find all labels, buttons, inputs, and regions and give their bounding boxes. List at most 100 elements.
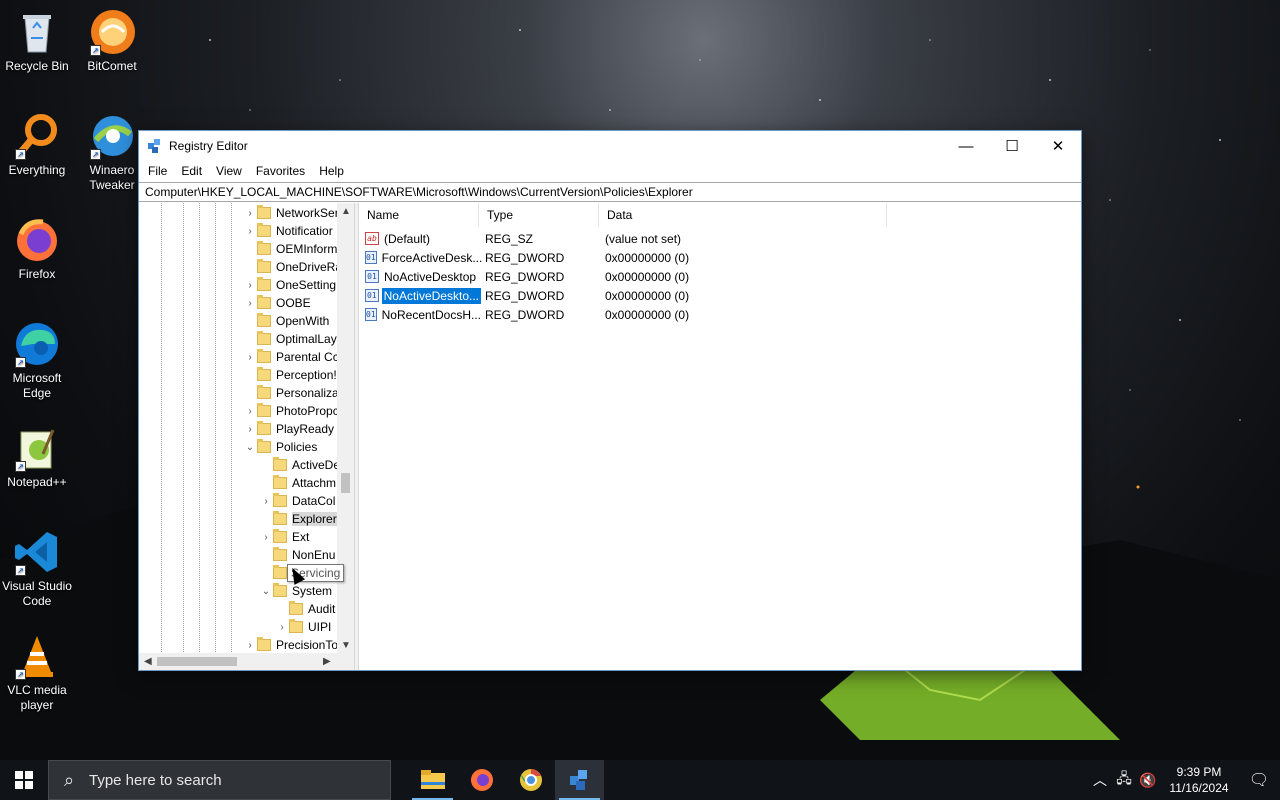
desktop-icon-vlc[interactable]: ↗ VLC media player: [0, 632, 74, 713]
tree-node-label: PrecisionTo: [276, 638, 339, 652]
desktop-icon-firefox[interactable]: Firefox: [0, 216, 74, 282]
minimize-button[interactable]: —: [943, 131, 989, 161]
value-row[interactable]: 01 NoActiveDesktop REG_DWORD 0x00000000 (0): [365, 267, 801, 286]
tree-node[interactable]: OneDriveRa: [243, 258, 342, 276]
tree-node[interactable]: › PlayReady: [243, 420, 334, 438]
chevron-right-icon[interactable]: ›: [243, 424, 257, 435]
tree-node[interactable]: › UIPI: [275, 618, 331, 636]
tree-node[interactable]: › Parental Cc: [243, 348, 339, 366]
search-icon: ⌕: [63, 769, 75, 790]
tree-node[interactable]: Explorer: [259, 510, 337, 528]
tree-node-label: Attachm: [292, 476, 337, 490]
menu-favorites[interactable]: Favorites: [249, 164, 312, 178]
values-list[interactable]: Name Type Data ab (Default) REG_SZ (value n…: [359, 202, 1081, 670]
address-bar[interactable]: Computer\HKEY_LOCAL_MACHINE\SOFTWARE\Mic…: [139, 182, 1081, 202]
tree-node[interactable]: › PrecisionTo: [243, 636, 338, 654]
value-row[interactable]: 01 NoRecentDocsH... REG_DWORD 0x00000000 (0…: [365, 305, 801, 324]
tree-node[interactable]: › PhotoPropc: [243, 402, 339, 420]
column-data-header[interactable]: Data: [599, 202, 887, 227]
tree-node[interactable]: OpenWith: [243, 312, 329, 330]
value-row[interactable]: 01 ForceActiveDesk... REG_DWORD 0x00000000 …: [365, 248, 801, 267]
desktop-icon-vscode[interactable]: ↗ Visual Studio Code: [0, 528, 74, 609]
tree-horizontal-scrollbar[interactable]: ◀ ▶: [139, 653, 354, 670]
tree-node-label: Ext: [292, 530, 310, 544]
tree-node[interactable]: Attachm: [259, 474, 336, 492]
value-name: NoRecentDocsH...: [381, 307, 482, 322]
tree-node[interactable]: ActiveDe: [259, 456, 340, 474]
column-name-header[interactable]: Name: [359, 202, 479, 227]
folder-icon: [257, 205, 271, 219]
menu-file[interactable]: File: [141, 164, 174, 178]
chevron-right-icon[interactable]: ›: [259, 532, 273, 543]
chevron-up-icon[interactable]: ︿: [1088, 770, 1112, 790]
desktop-icon-recycle-bin[interactable]: Recycle Bin: [0, 8, 74, 74]
clock[interactable]: 9:39 PM 11/16/2024: [1160, 764, 1238, 796]
desktop-icon-notepad-plus-plus[interactable]: ↗ Notepad++: [0, 424, 74, 490]
chevron-down-icon[interactable]: ⌄: [243, 442, 257, 453]
tree-hscroll-thumb[interactable]: [157, 657, 237, 666]
taskbar-registry-editor[interactable]: [555, 760, 604, 800]
chevron-right-icon[interactable]: ›: [275, 622, 289, 633]
taskbar-file-explorer[interactable]: [408, 760, 457, 800]
desktop-icon-microsoft-edge[interactable]: ↗ Microsoft Edge: [0, 320, 74, 401]
menu-view[interactable]: View: [209, 164, 249, 178]
tree-node[interactable]: Audit: [275, 600, 335, 618]
taskbar-chrome[interactable]: [506, 760, 555, 800]
tree-node[interactable]: Personaliza: [243, 384, 339, 402]
value-type: REG_DWORD: [485, 269, 565, 284]
tree-node[interactable]: Perception!: [243, 366, 337, 384]
taskbar-search[interactable]: ⌕ Type here to search: [48, 760, 391, 800]
tree-node[interactable]: OEMInform: [243, 240, 337, 258]
registry-editor-window: Registry Editor — ☐ ✕ File Edit View Fav…: [138, 130, 1082, 671]
key-tree[interactable]: › NetworkSer › Notificatior OEMInform OneDriv…: [139, 203, 355, 670]
tree-guide-line: [183, 203, 184, 652]
value-row[interactable]: 01 NoActiveDeskto... REG_DWORD 0x00000000 (…: [365, 286, 801, 305]
value-row[interactable]: ab (Default) REG_SZ (value not set): [365, 229, 801, 248]
tree-node[interactable]: NonEnu: [259, 546, 335, 564]
scroll-right-icon[interactable]: ▶: [323, 656, 331, 667]
tree-node[interactable]: › DataCol: [259, 492, 335, 510]
tree-node[interactable]: › OneSetting: [243, 276, 336, 294]
tree-node[interactable]: › Ext: [259, 528, 309, 546]
scroll-left-icon[interactable]: ◀: [144, 656, 152, 667]
chevron-right-icon[interactable]: ›: [243, 280, 257, 291]
notification-center-icon[interactable]: 🗨: [1238, 770, 1280, 790]
close-button[interactable]: ✕: [1035, 131, 1081, 161]
title-bar[interactable]: Registry Editor — ☐ ✕: [139, 131, 1081, 161]
chevron-right-icon[interactable]: ›: [243, 208, 257, 219]
tree-node-label: System: [292, 584, 333, 598]
tree-node[interactable]: ⌄ Policies: [243, 438, 317, 456]
chevron-right-icon[interactable]: ›: [243, 406, 257, 417]
start-button[interactable]: [0, 760, 48, 800]
clock-date: 11/16/2024: [1169, 781, 1229, 795]
maximize-button[interactable]: ☐: [989, 131, 1035, 161]
menu-edit[interactable]: Edit: [174, 164, 209, 178]
tree-node[interactable]: OptimalLay: [243, 330, 337, 348]
value-data: (value not set): [605, 231, 682, 246]
tree-node[interactable]: ⌄ System: [259, 582, 332, 600]
bitcomet-icon: ↗: [88, 8, 136, 56]
menu-help[interactable]: Help: [312, 164, 351, 178]
maximize-icon: ☐: [1005, 138, 1019, 155]
scroll-down-icon[interactable]: ▼: [341, 640, 351, 651]
taskbar-firefox[interactable]: [457, 760, 506, 800]
chevron-right-icon[interactable]: ›: [243, 640, 257, 651]
tree-node[interactable]: › NetworkSer: [243, 204, 339, 222]
chevron-down-icon[interactable]: ⌄: [259, 586, 273, 597]
dword-value-icon: 01: [365, 289, 379, 302]
tree-scroll-thumb[interactable]: [341, 473, 350, 493]
chevron-right-icon[interactable]: ›: [259, 496, 273, 507]
tree-guide-line: [161, 203, 162, 652]
tree-vertical-scrollbar[interactable]: ▲ ▼: [337, 203, 354, 653]
desktop-icon-everything[interactable]: ↗ Everything: [0, 112, 74, 178]
tree-node[interactable]: › Notificatior: [243, 222, 333, 240]
chevron-right-icon[interactable]: ›: [243, 226, 257, 237]
scroll-up-icon[interactable]: ▲: [341, 206, 351, 217]
tree-node[interactable]: › OOBE: [243, 294, 311, 312]
chevron-right-icon[interactable]: ›: [243, 298, 257, 309]
desktop-icon-bitcomet[interactable]: ↗ BitComet: [75, 8, 149, 74]
volume-muted-icon[interactable]: 🔇: [1136, 772, 1160, 789]
network-icon[interactable]: 🖧: [1112, 768, 1136, 792]
column-type-header[interactable]: Type: [479, 202, 599, 227]
chevron-right-icon[interactable]: ›: [243, 352, 257, 363]
